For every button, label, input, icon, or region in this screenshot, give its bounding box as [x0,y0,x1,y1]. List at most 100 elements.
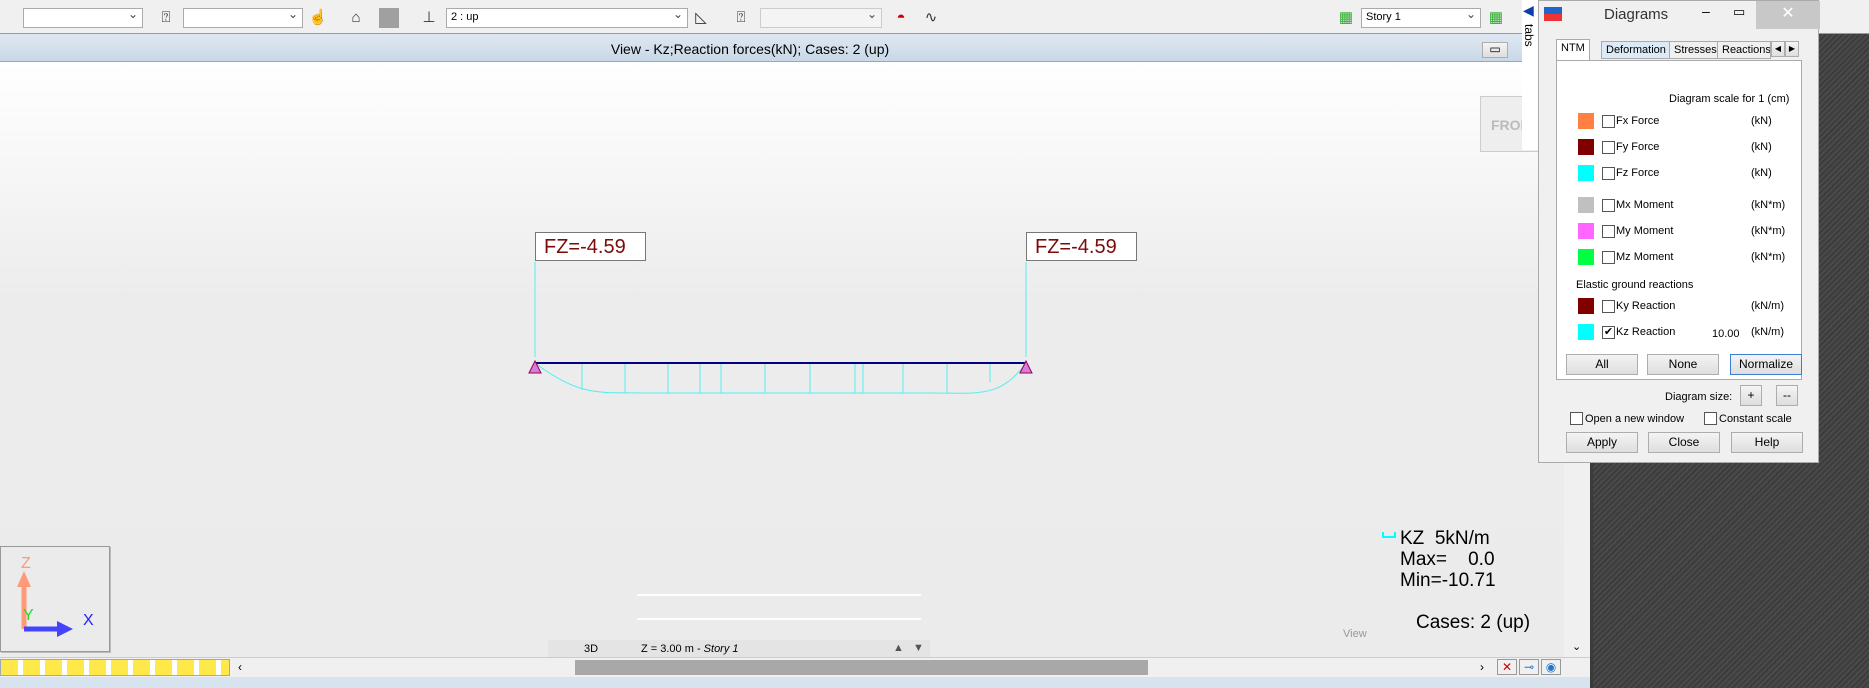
horizontal-scrollbar[interactable] [575,660,1148,675]
gray-square-icon[interactable] [379,8,399,28]
tab-ntm[interactable]: NTM [1556,39,1590,61]
option-checkbox[interactable]: ✔ [1602,326,1615,339]
view-status-bar: 3D Z = 3.00 m - Story 1 ▲ ▼ [548,640,930,658]
load-combo[interactable] [183,7,303,28]
increase-size-button[interactable]: + [1740,385,1762,406]
scroll-left-icon[interactable]: ‹ [238,660,242,674]
diagram-icon[interactable]: ◓ [890,7,912,29]
none-button[interactable]: None [1647,354,1719,375]
case-help-icon[interactable]: ⊥ [418,7,440,29]
kz-hatch-lines [581,363,991,393]
tab-stresses[interactable]: Stresses [1669,41,1722,59]
minimize-view-button[interactable]: ▭ [1482,42,1508,58]
bottom-toolbar: ‹ › ✕ ⊸ ◉ [0,657,1590,677]
deformation-icon[interactable]: ∿ [920,7,942,29]
tab-deformation[interactable]: Deformation [1601,41,1671,59]
level-up-icon[interactable]: ▲ [893,642,904,654]
diagram-option-row: Mx Moment (kN*m) [1539,197,1819,215]
option-unit: (kN) [1751,115,1772,127]
component-combo[interactable] [760,7,882,28]
mode-help-icon[interactable]: ◺ [690,7,712,29]
tabs-label: tabs [1522,24,1536,47]
dialog-title: Diagrams [1604,6,1669,23]
view-mode[interactable]: 3D [584,643,598,655]
z-axis-label: Z [21,555,31,572]
help-button[interactable]: Help [1731,432,1803,453]
close-button[interactable]: Close [1648,432,1720,453]
option-unit: (kN/m) [1751,326,1784,338]
status-strip [0,677,1590,688]
option-checkbox[interactable] [1602,167,1615,180]
reaction-label-left: FZ=-4.59 [535,232,646,261]
option-checkbox[interactable] [1602,199,1615,212]
story-text: Story 1 [703,643,739,655]
view-title: View - Kz;Reaction forces(kN); Cases: 2 … [610,41,890,57]
option-label: Kz Reaction [1616,326,1676,338]
story-combo[interactable]: Story 1 [1361,7,1481,28]
option-checkbox[interactable] [1602,225,1615,238]
kz-diagram-curve [534,362,1027,394]
option-unit: (kN) [1751,167,1772,179]
tab-scroll-left-icon[interactable]: ◀ [1771,41,1785,57]
legend-max: Max= 0.0 [1400,549,1495,570]
option-unit: (kN*m) [1751,199,1786,211]
option-checkbox[interactable] [1602,251,1615,264]
color-swatch [1578,139,1594,155]
option-checkbox[interactable] [1602,115,1615,128]
cases-label: Cases: 2 (up) [1416,612,1531,633]
close-icon[interactable]: ✕ [1756,1,1820,29]
view-title-bar: View - Kz;Reaction forces(kN); Cases: 2 … [0,34,1590,62]
hide-icon[interactable]: ✕ [1497,659,1517,675]
arrow-left-icon[interactable]: ◀ [1523,2,1534,19]
view-canvas[interactable]: FRONT FZ=-4.59 FZ=-4.59 View [0,62,1564,657]
maximize-icon[interactable]: ▭ [1733,4,1745,20]
color-swatch [1578,298,1594,314]
option-checkbox[interactable] [1602,141,1615,154]
option-checkbox[interactable] [1602,300,1615,313]
load-case-combo[interactable]: 2 : up [446,7,688,28]
hand-help-icon[interactable]: ☝ [307,7,329,29]
all-button[interactable]: All [1566,354,1638,375]
decrease-size-button[interactable]: -- [1776,385,1798,406]
level-value[interactable]: Z = 3.00 m - Story 1 [641,643,739,655]
load-help-icon[interactable]: ⍰ [155,7,177,29]
diagram-option-row: Mz Moment (kN*m) [1539,249,1819,267]
scroll-down-icon[interactable]: ⌄ [1572,640,1581,653]
normalize-button[interactable]: Normalize [1730,354,1802,375]
tab-reactions[interactable]: Reactions [1717,41,1771,59]
option-label: Fx Force [1616,115,1660,127]
frame-icon[interactable]: ⌂ [345,7,367,29]
diagram-legend: KZ 5kN/m Max= 0.0 Min=-10.71 [1382,528,1496,591]
option-label: My Moment [1616,225,1674,237]
diagram-option-row: Fx Force (kN) [1539,113,1819,131]
reaction-label-right: FZ=-4.59 [1026,232,1137,261]
constant-scale-checkbox[interactable] [1704,412,1717,425]
option-label: Ky Reaction [1616,300,1676,312]
option-label: Fz Force [1616,167,1660,179]
scroll-right-icon[interactable]: › [1480,660,1484,674]
option-label: Fy Force [1616,141,1660,153]
minimize-icon[interactable]: – [1702,3,1710,19]
divider [637,594,921,596]
diagrams-dialog: Diagrams – ▭ ✕ NTM Deformation Stresses … [1538,0,1820,463]
display-options-icons[interactable] [0,659,230,676]
apply-button[interactable]: Apply [1566,432,1638,453]
diagram-option-row: My Moment (kN*m) [1539,223,1819,241]
level-down-icon[interactable]: ▼ [913,642,924,654]
open-new-window-checkbox[interactable] [1570,412,1583,425]
option-scale-value[interactable]: 10.00 [1712,328,1740,340]
eye-icon[interactable]: ◉ [1541,659,1561,675]
color-swatch [1578,324,1594,340]
combination-help-icon[interactable]: ⍰ [730,7,752,29]
diagrams-app-icon [1544,7,1562,21]
level-text: Z = 3.00 m - [641,643,704,655]
story-icon[interactable]: ▦ [1335,7,1357,29]
selection-combo[interactable] [23,7,143,28]
legend-name: KZ 5kN/m [1400,528,1490,549]
tab-scroll-right-icon[interactable]: ▶ [1785,41,1799,57]
story-up-icon[interactable]: ▦ [1485,7,1507,29]
option-label: Mz Moment [1616,251,1674,263]
link-icon[interactable]: ⊸ [1519,659,1539,675]
diagram-option-row: Ky Reaction (kN/m) [1539,298,1819,316]
tabs-strip[interactable]: ◀ tabs [1522,0,1538,150]
